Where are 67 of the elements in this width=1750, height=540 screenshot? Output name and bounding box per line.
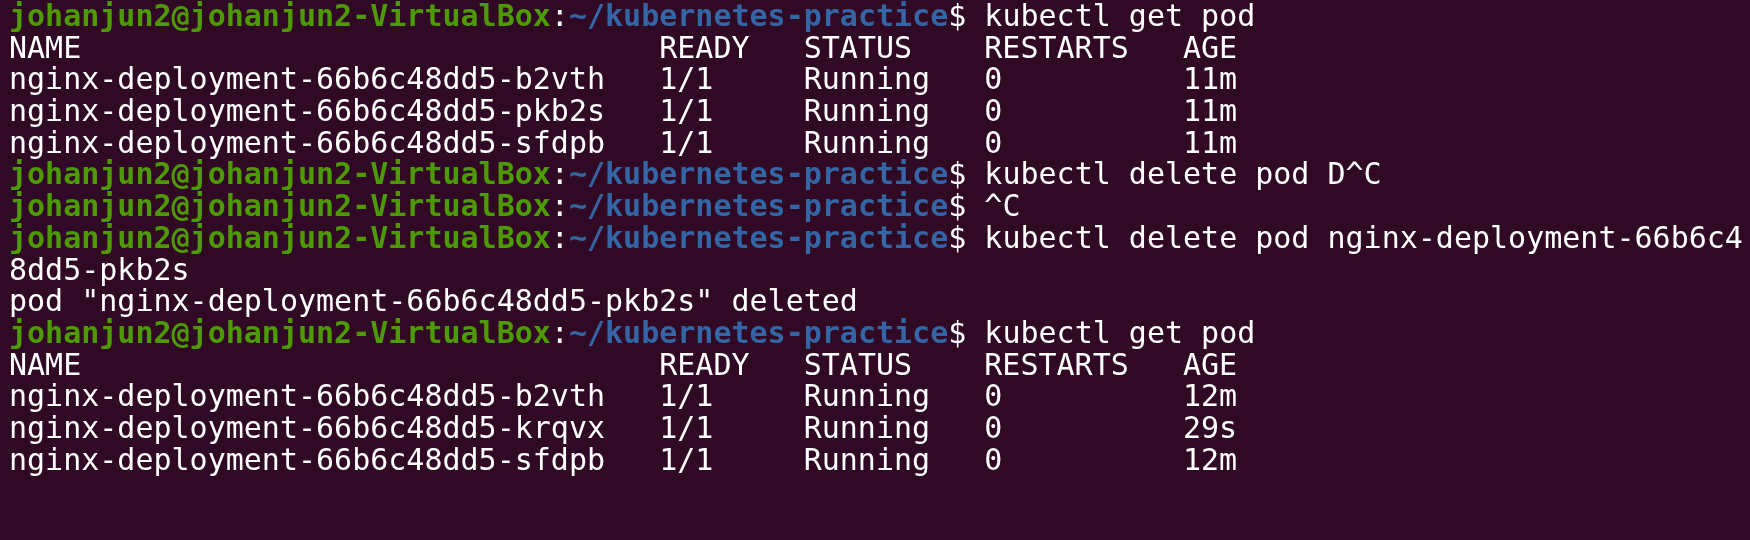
prompt-path: ~/kubernetes-practice	[568, 190, 949, 222]
table-cell: 0	[984, 443, 1003, 476]
table-cell: nginx-deployment-66b6c48dd5-krqvx	[9, 411, 606, 444]
table-cell: 0	[984, 411, 1003, 444]
prompt-symbol: $	[948, 158, 967, 191]
table-cell: nginx-deployment-66b6c48dd5-b2vth	[9, 63, 606, 96]
table-cell: NAME	[9, 348, 82, 381]
prompt-user-host: johanjun2@johanjun2-VirtualBox	[9, 0, 551, 32]
prompt-path: ~/kubernetes-practice	[568, 158, 949, 191]
table-cell: NAME	[9, 31, 82, 64]
output-text: pod "nginx-deployment-66b6c48dd5-pkb2s" deleted	[9, 285, 858, 317]
command-text: kubectl get pod	[984, 316, 1256, 349]
table-cell: 1/1	[659, 63, 714, 96]
command-text: kubectl delete pod nginx-deployment-66b6c4	[984, 221, 1743, 254]
table-cell: 0	[984, 63, 1003, 96]
table-cell: 29s	[1182, 411, 1238, 444]
table-cell: 0	[984, 126, 1003, 159]
table-cell: 0	[984, 95, 1003, 127]
table-cell: nginx-deployment-66b6c48dd5-sfdpb	[9, 443, 606, 476]
table-cell: Running	[803, 63, 931, 96]
table-cell: STATUS	[803, 31, 913, 64]
command-text: kubectl get pod	[984, 0, 1256, 32]
table-cell: 12m	[1182, 380, 1238, 412]
table-cell: 1/1	[659, 95, 714, 127]
table-cell: Running	[803, 380, 931, 412]
prompt-symbol: $	[948, 190, 967, 222]
table-cell: AGE	[1183, 31, 1238, 64]
prompt-user-host: johanjun2@johanjun2-VirtualBox	[9, 190, 551, 222]
table-cell: Running	[803, 95, 931, 127]
table-cell: nginx-deployment-66b6c48dd5-b2vth	[9, 380, 606, 412]
table-cell: 1/1	[659, 411, 714, 444]
table-cell: Running	[803, 411, 931, 444]
table-cell: Running	[803, 443, 931, 476]
table-cell: Running	[803, 126, 931, 159]
prompt-separator: :	[550, 221, 569, 254]
table-cell: RESTARTS	[984, 31, 1129, 64]
table-cell: 12m	[1182, 443, 1238, 476]
prompt-user-host: johanjun2@johanjun2-VirtualBox	[9, 316, 551, 349]
prompt-symbol: $	[948, 221, 967, 254]
table-cell: 1/1	[659, 380, 714, 412]
prompt-path: ~/kubernetes-practice	[568, 316, 949, 349]
table-cell: nginx-deployment-66b6c48dd5-sfdpb	[9, 126, 606, 159]
table-cell: RESTARTS	[984, 348, 1129, 381]
command-text: ^C	[984, 190, 1021, 222]
table-cell: AGE	[1183, 348, 1238, 381]
prompt-separator: :	[550, 316, 569, 349]
table-cell: 11m	[1182, 63, 1238, 96]
prompt-separator: :	[550, 0, 569, 32]
table-cell: 0	[984, 380, 1003, 412]
table-cell: 11m	[1182, 95, 1238, 127]
prompt-user-host: johanjun2@johanjun2-VirtualBox	[9, 158, 551, 191]
table-cell: 1/1	[659, 443, 714, 476]
table-cell: READY	[659, 31, 750, 64]
table-cell: READY	[659, 348, 750, 381]
output-text: 8dd5-pkb2s	[9, 253, 190, 286]
prompt-user-host: johanjun2@johanjun2-VirtualBox	[9, 221, 551, 254]
prompt-path: ~/kubernetes-practice	[568, 0, 949, 32]
prompt-path: ~/kubernetes-practice	[568, 221, 949, 254]
table-cell: nginx-deployment-66b6c48dd5-pkb2s	[9, 95, 606, 127]
command-text: kubectl delete pod D^C	[984, 158, 1382, 191]
prompt-symbol: $	[948, 316, 967, 349]
prompt-separator: :	[550, 158, 569, 191]
table-cell: 11m	[1182, 126, 1238, 159]
prompt-symbol: $	[948, 0, 967, 32]
prompt-separator: :	[550, 190, 569, 222]
table-cell: STATUS	[803, 348, 913, 381]
table-cell: 1/1	[659, 126, 714, 159]
